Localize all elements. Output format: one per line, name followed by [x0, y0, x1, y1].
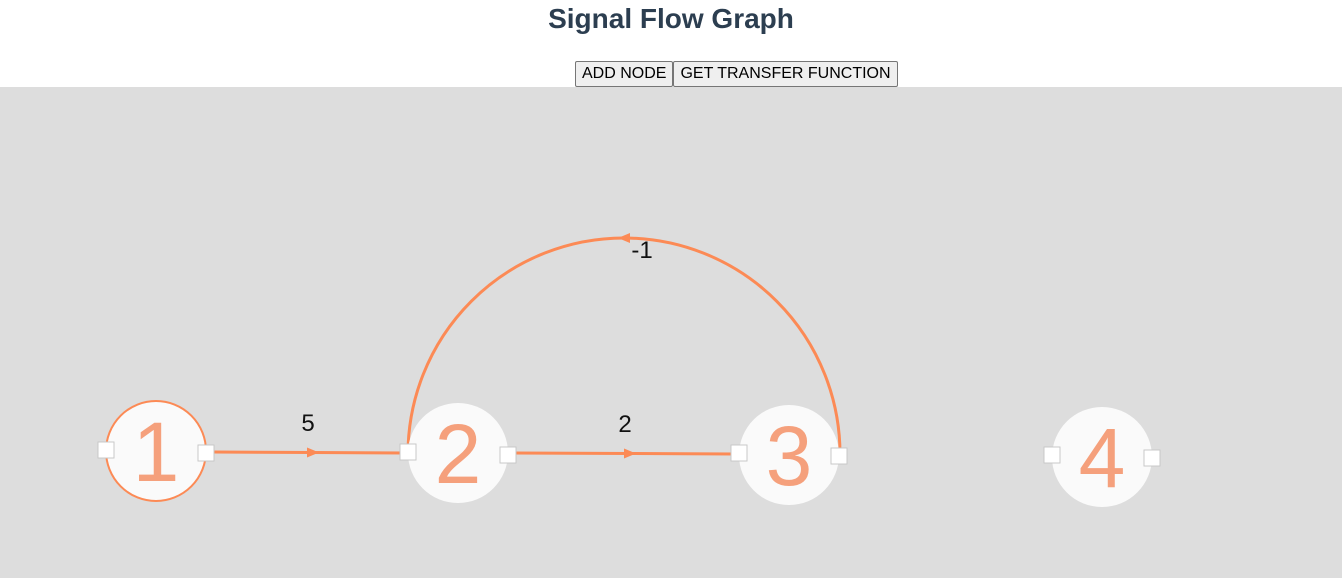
edge-1-2-line[interactable]: [212, 447, 405, 458]
node-1-label: 1: [133, 405, 180, 499]
node-4[interactable]: 4: [1043, 407, 1161, 507]
node-1-output-handle[interactable]: [197, 444, 215, 462]
node-2-output-handle[interactable]: [499, 446, 517, 464]
node-4-output-handle[interactable]: [1143, 449, 1161, 467]
graph-canvas[interactable]: 5 2 -1 1 2 3 4: [0, 87, 1342, 578]
node-1-input-handle[interactable]: [97, 441, 115, 459]
edge-3-2-gain[interactable]: -1: [631, 237, 652, 264]
node-3[interactable]: 3: [730, 405, 848, 505]
toolbar: ADD NODE GET TRANSFER FUNCTION: [575, 61, 898, 87]
node-3-input-handle[interactable]: [730, 444, 748, 462]
edge-1-2[interactable]: 5: [212, 410, 405, 458]
node-2-label: 2: [435, 407, 482, 501]
edge-2-3-line[interactable]: [513, 448, 735, 459]
node-3-output-handle[interactable]: [830, 447, 848, 465]
graph-svg: 5 2 -1 1 2 3 4: [97, 233, 1161, 507]
get-transfer-function-button[interactable]: GET TRANSFER FUNCTION: [673, 61, 898, 87]
add-node-button[interactable]: ADD NODE: [575, 61, 674, 87]
edge-1-2-gain[interactable]: 5: [301, 410, 314, 437]
page-title: Signal Flow Graph: [548, 3, 794, 34]
node-1[interactable]: 1: [97, 400, 215, 502]
node-4-input-handle[interactable]: [1043, 446, 1061, 464]
node-2[interactable]: 2: [399, 403, 517, 503]
node-3-label: 3: [766, 409, 813, 503]
node-2-input-handle[interactable]: [399, 443, 417, 461]
edge-2-3[interactable]: 2: [513, 411, 735, 459]
node-4-label: 4: [1079, 411, 1126, 505]
edge-2-3-gain[interactable]: 2: [618, 411, 631, 438]
